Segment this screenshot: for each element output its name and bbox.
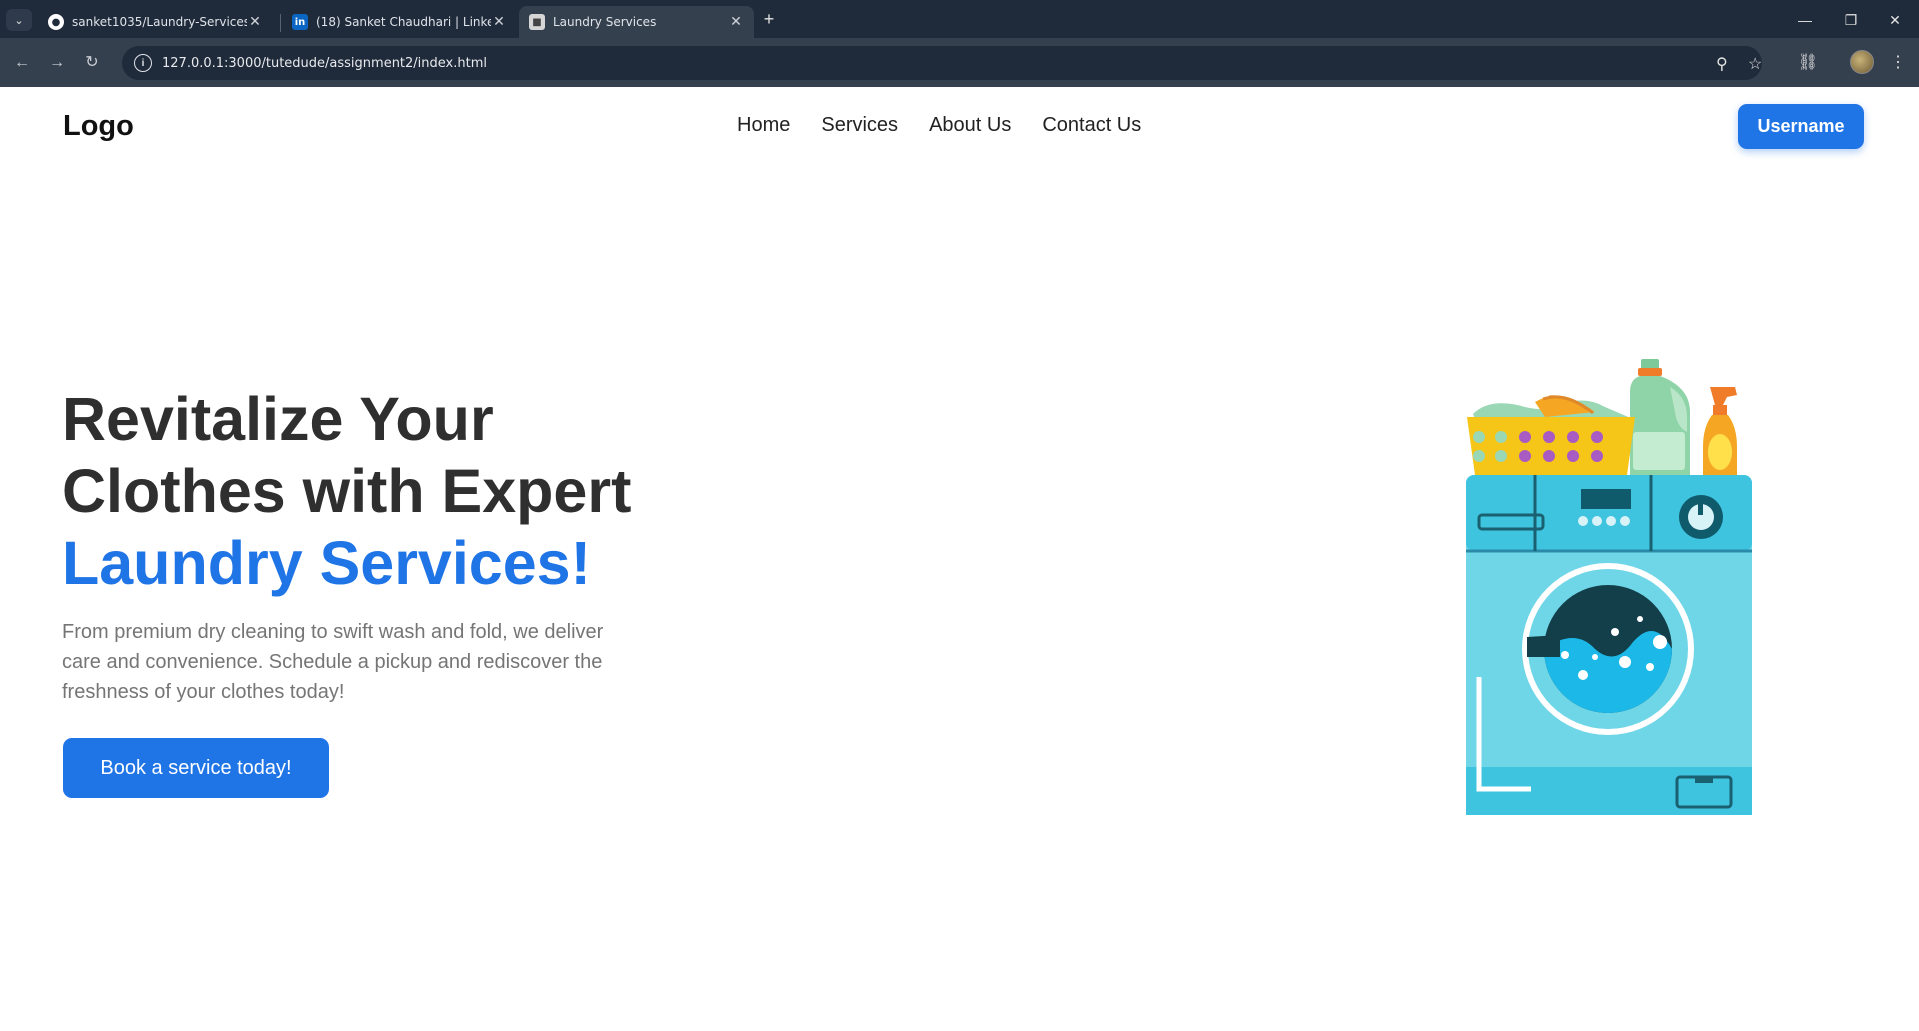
web-page: Logo Home Services About Us Contact Us U…	[0, 87, 1919, 1031]
hero-title-line1: Revitalize Your	[62, 385, 494, 453]
address-bar[interactable]: i 127.0.0.1:3000/tutedude/assignment2/in…	[122, 46, 1762, 80]
tab-linkedin[interactable]: in (18) Sanket Chaudhari | LinkedIn ✕	[282, 6, 517, 38]
tab-title: sanket1035/Laundry-Services-...	[72, 15, 247, 29]
hero-title-line2: Clothes with Expert	[62, 457, 632, 525]
washing-machine-icon	[1466, 475, 1752, 815]
minimize-icon[interactable]: —	[1790, 8, 1820, 32]
reload-icon[interactable]: ↻	[80, 51, 104, 75]
new-tab-icon[interactable]: +	[758, 9, 780, 31]
page-icon: ■	[529, 14, 545, 30]
hero-description: From premium dry cleaning to swift wash …	[62, 621, 604, 703]
browser-tab-bar: ⌄ ● sanket1035/Laundry-Services-... ✕ in…	[0, 0, 1919, 38]
tab-github[interactable]: ● sanket1035/Laundry-Services-... ✕	[38, 6, 273, 38]
tab-title: Laundry Services	[553, 15, 657, 29]
hero-title: Revitalize Your Clothes with Expert Laun…	[62, 383, 782, 599]
detergent-bottle-icon	[1630, 359, 1690, 475]
back-icon[interactable]: ←	[10, 51, 34, 75]
restore-icon[interactable]: ❐	[1836, 8, 1866, 32]
tab-search-dropdown-icon[interactable]: ⌄	[6, 9, 32, 31]
main-nav: Home Services About Us Contact Us	[737, 114, 1141, 137]
book-service-button[interactable]: Book a service today!	[63, 738, 329, 798]
forward-icon[interactable]: →	[45, 51, 69, 75]
url-text[interactable]: 127.0.0.1:3000/tutedude/assignment2/inde…	[162, 56, 487, 71]
more-menu-icon[interactable]: ⋮	[1885, 50, 1911, 76]
site-info-icon[interactable]: i	[134, 54, 152, 72]
bookmark-star-icon[interactable]: ☆	[1748, 54, 1762, 74]
tab-divider	[280, 14, 281, 32]
tab-title: (18) Sanket Chaudhari | LinkedIn	[316, 15, 491, 29]
linkedin-icon: in	[292, 14, 308, 30]
spray-bottle-icon	[1703, 387, 1737, 475]
browser-toolbar: ← → ↻ i 127.0.0.1:3000/tutedude/assignme…	[0, 38, 1919, 87]
nav-about-us[interactable]: About Us	[929, 114, 1011, 137]
site-logo[interactable]: Logo	[63, 110, 134, 143]
nav-home[interactable]: Home	[737, 114, 790, 137]
close-window-icon[interactable]: ✕	[1880, 8, 1910, 32]
username-button[interactable]: Username	[1738, 104, 1864, 149]
extensions-icon[interactable]: ⛓	[1795, 50, 1821, 76]
zoom-icon[interactable]: ⚲	[1716, 54, 1728, 74]
github-icon: ●	[48, 14, 64, 30]
profile-avatar[interactable]	[1850, 50, 1874, 74]
nav-contact-us[interactable]: Contact Us	[1042, 114, 1141, 137]
laundry-basket-icon	[1467, 395, 1635, 475]
nav-services[interactable]: Services	[821, 114, 898, 137]
tab-laundry-services[interactable]: ■ Laundry Services ✕	[519, 6, 754, 38]
close-tab-icon[interactable]: ✕	[491, 14, 507, 30]
close-tab-icon[interactable]: ✕	[728, 14, 744, 30]
washing-machine-illustration	[1466, 359, 1752, 815]
close-tab-icon[interactable]: ✕	[247, 14, 263, 30]
hero-title-accent: Laundry Services!	[62, 529, 591, 597]
